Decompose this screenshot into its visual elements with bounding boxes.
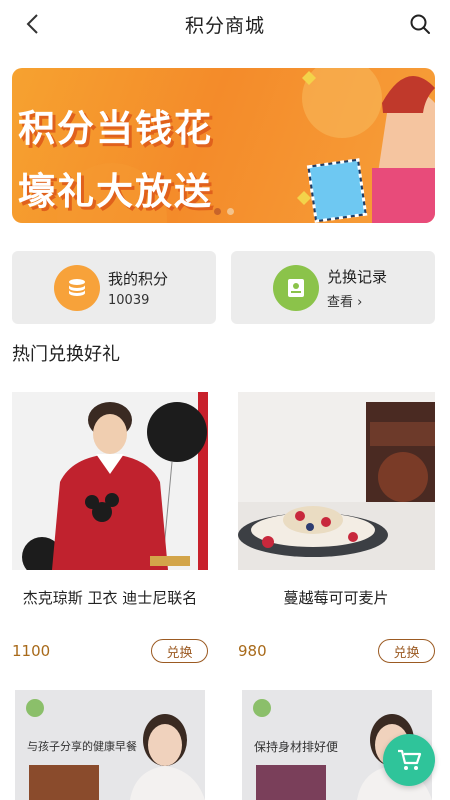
product-caption: 保持身材排好便 <box>254 740 339 754</box>
product-price: 980 <box>238 642 267 660</box>
product-caption: 与孩子分享的健康早餐 <box>27 740 137 753</box>
cart-icon <box>398 749 422 770</box>
banner-subheadline: 壕礼大放送 <box>18 170 213 213</box>
carousel-indicator <box>214 208 234 215</box>
product-image[interactable] <box>12 392 208 570</box>
search-button[interactable] <box>406 10 434 38</box>
redeem-button[interactable]: 兑换 <box>378 639 435 663</box>
redeem-button[interactable]: 兑换 <box>151 639 208 663</box>
search-icon <box>410 14 430 34</box>
product-image[interactable] <box>238 392 435 570</box>
redeem-record-link[interactable]: 查看 › <box>327 291 387 310</box>
coins-icon <box>54 264 100 311</box>
product-price: 1100 <box>12 642 51 660</box>
my-points-label: 我的积分 <box>108 269 169 288</box>
product-name: 杰克琼斯 卫衣 迪士尼联名 <box>22 589 198 607</box>
redeem-record-card[interactable]: 兑换记录 查看 › <box>231 251 435 324</box>
product-image[interactable]: 与孩子分享的健康早餐 <box>15 690 205 800</box>
my-points-card[interactable]: 我的积分 10039 <box>12 251 216 324</box>
back-arrow-icon <box>26 14 38 34</box>
my-points-value: 10039 <box>108 292 150 308</box>
carousel-dot-active[interactable] <box>214 208 221 215</box>
product-name: 蔓越莓可可麦片 <box>283 589 389 607</box>
page-title: 积分商城 <box>184 14 265 37</box>
banner-headline: 积分当钱花 <box>18 107 213 150</box>
carousel-dot[interactable] <box>227 208 234 215</box>
section-title: 热门兑换好礼 <box>12 344 120 365</box>
nav-bar: 积分商城 <box>0 0 450 48</box>
redeem-record-label: 兑换记录 <box>327 267 388 286</box>
promo-banner[interactable]: 积分当钱花 壕礼大放送 <box>12 68 435 223</box>
record-icon <box>273 264 319 311</box>
back-button[interactable] <box>18 10 46 38</box>
cart-button[interactable] <box>383 734 435 786</box>
